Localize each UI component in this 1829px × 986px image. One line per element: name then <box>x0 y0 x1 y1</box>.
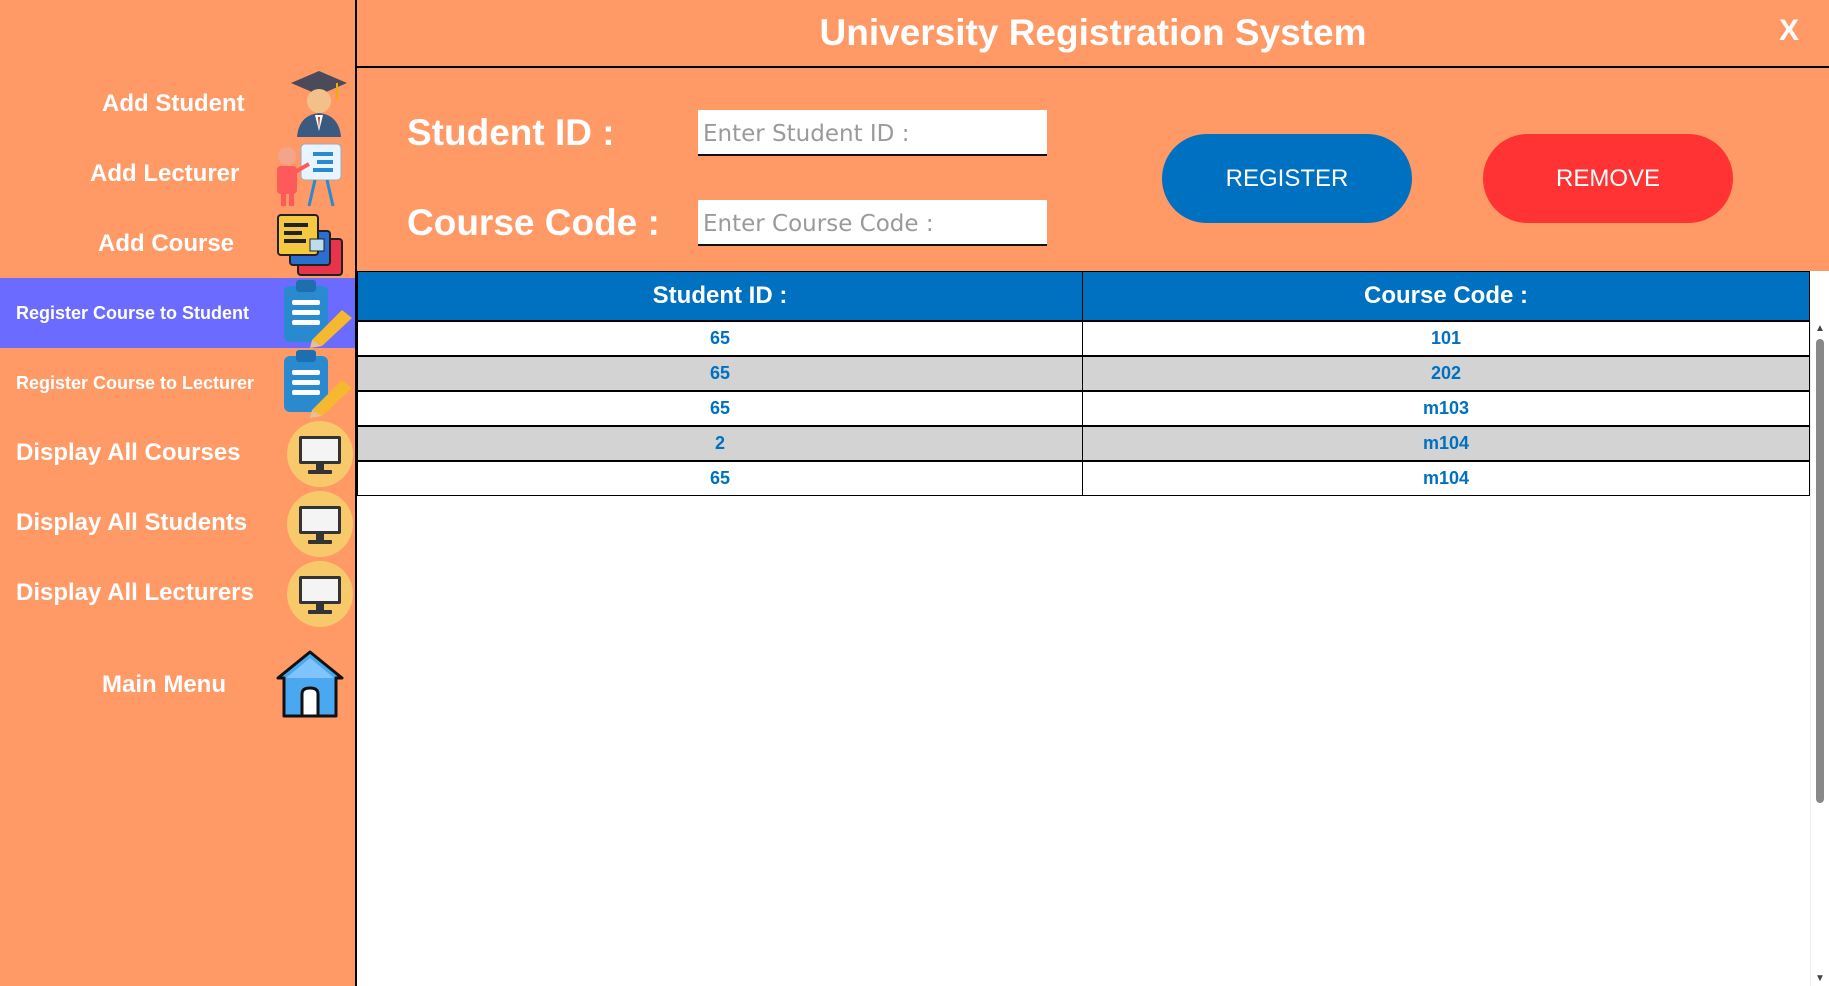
nav-add-student[interactable]: Add Student <box>0 69 355 139</box>
cell-student-id: 65 <box>357 390 1083 427</box>
nav-label: Add Student <box>102 90 245 117</box>
lecturer-presentation-icon <box>275 142 345 208</box>
monitor-icon <box>286 420 354 488</box>
books-course-icon <box>276 209 346 277</box>
cell-student-id: 65 <box>357 355 1083 392</box>
table-row[interactable]: 65 m103 <box>357 390 1810 427</box>
column-header-course-code[interactable]: Course Code : <box>1082 271 1810 322</box>
course-code-input[interactable] <box>698 200 1047 246</box>
graduate-student-icon <box>289 69 349 137</box>
scroll-down-icon[interactable]: ▼ <box>1815 973 1825 984</box>
scroll-thumb[interactable] <box>1816 339 1824 803</box>
cell-course-code: 202 <box>1082 355 1810 392</box>
student-id-label: Student ID : <box>407 112 615 153</box>
main-panel: University Registration System X Student… <box>355 0 1829 986</box>
nav-add-course[interactable]: Add Course <box>0 209 355 279</box>
monitor-icon <box>286 490 354 558</box>
registrations-table: Student ID : Course Code : 65 101 65 202… <box>357 271 1810 496</box>
table-scrollbar[interactable]: ▲ ▼ <box>1810 321 1829 986</box>
table-row[interactable]: 65 m104 <box>357 460 1810 496</box>
nav-label: Add Lecturer <box>90 160 240 187</box>
table-row[interactable]: 65 101 <box>357 320 1810 357</box>
table-row[interactable]: 2 m104 <box>357 425 1810 462</box>
clipboard-pencil-icon <box>282 278 354 348</box>
nav-label: Display All Lecturers <box>16 579 254 606</box>
home-icon <box>276 650 344 718</box>
cell-student-id: 65 <box>357 460 1083 496</box>
table-header-row: Student ID : Course Code : <box>357 271 1810 322</box>
nav-label: Display All Students <box>16 509 248 536</box>
nav-display-all-lecturers[interactable]: Display All Lecturers <box>0 558 355 628</box>
close-button[interactable]: X <box>1779 8 1799 54</box>
title-bar: University Registration System X <box>357 0 1829 68</box>
cell-student-id: 65 <box>357 320 1083 357</box>
monitor-icon <box>286 560 354 628</box>
clipboard-pencil-icon <box>282 348 354 418</box>
nav-display-all-courses[interactable]: Display All Courses <box>0 418 355 488</box>
cell-course-code: m103 <box>1082 390 1810 427</box>
sidebar: Add Student Add Lecturer Add Course Regi… <box>0 0 355 986</box>
nav-label: Display All Courses <box>16 439 241 466</box>
nav-label: Main Menu <box>102 671 226 698</box>
nav-register-course-to-lecturer[interactable]: Register Course to Lecturer <box>0 348 355 418</box>
app-title: University Registration System <box>819 12 1367 53</box>
nav-display-all-students[interactable]: Display All Students <box>0 488 355 558</box>
nav-add-lecturer[interactable]: Add Lecturer <box>0 139 355 209</box>
remove-button[interactable]: REMOVE <box>1483 134 1733 223</box>
cell-course-code: m104 <box>1082 460 1810 496</box>
table-row[interactable]: 65 202 <box>357 355 1810 392</box>
nav-label: Add Course <box>98 230 235 257</box>
cell-student-id: 2 <box>357 425 1083 462</box>
cell-course-code: 101 <box>1082 320 1810 357</box>
cell-course-code: m104 <box>1082 425 1810 462</box>
register-button[interactable]: REGISTER <box>1162 134 1412 223</box>
nav-main-menu[interactable]: Main Menu <box>0 650 355 720</box>
nav-label: Register Course to Lecturer <box>16 373 255 393</box>
registrations-table-panel: Student ID : Course Code : 65 101 65 202… <box>357 271 1829 986</box>
nav-register-course-to-student[interactable]: Register Course to Student <box>0 278 355 348</box>
student-id-input[interactable] <box>698 110 1047 156</box>
nav-label: Register Course to Student <box>16 303 250 323</box>
course-code-label: Course Code : <box>407 202 660 243</box>
scroll-up-icon[interactable]: ▲ <box>1815 323 1825 334</box>
column-header-student-id[interactable]: Student ID : <box>357 271 1083 322</box>
